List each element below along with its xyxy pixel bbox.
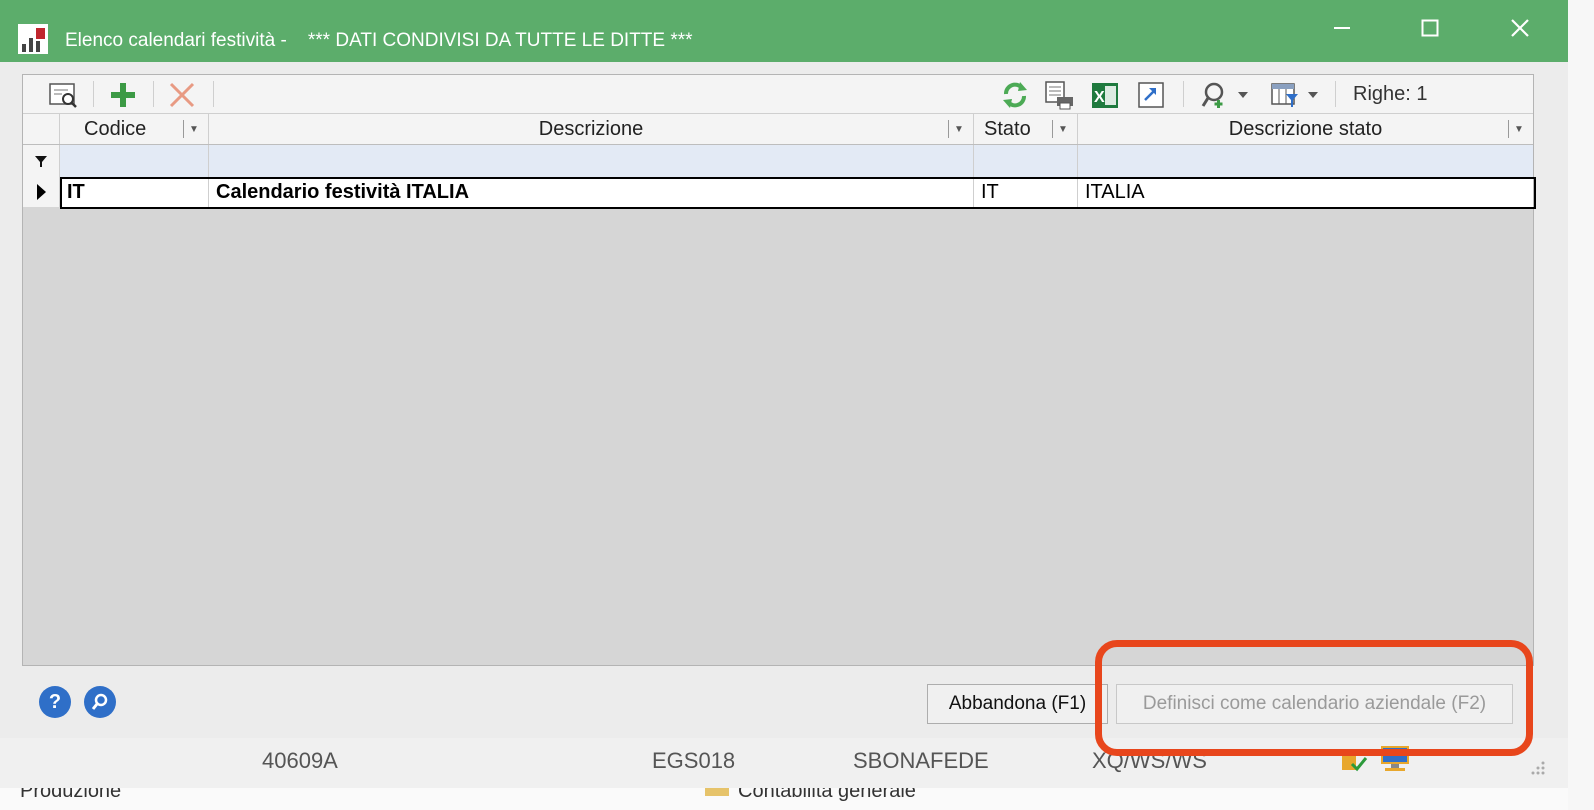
definisci-button[interactable]: Definisci come calendario aziendale (F2) (1116, 684, 1513, 724)
column-header-label: Codice (84, 117, 147, 140)
minimize-button[interactable] (1312, 8, 1372, 48)
calendar-grid: X Righe: 1 Codice ▼ Descrizione ▼ Stato … (22, 74, 1536, 666)
column-header-stato[interactable]: Stato ▼ (974, 114, 1078, 144)
columns-icon[interactable] (1267, 79, 1303, 111)
filter-field-descrizione[interactable] (209, 145, 974, 177)
app-icon (18, 24, 48, 54)
rows-count: Righe: 1 (1353, 83, 1428, 105)
filter-icon (23, 145, 60, 177)
background-window-edge (1568, 0, 1594, 810)
abbandona-button[interactable]: Abbandona (F1) (927, 684, 1108, 724)
help-icon[interactable]: ? (39, 686, 71, 718)
grid-header: Codice ▼ Descrizione ▼ Stato ▼ Descrizio… (23, 114, 1533, 145)
status-bar: 40609A EGS018 SBONAFEDE XQ/WS/WS (0, 738, 1568, 788)
column-header-label: Descrizione (538, 117, 644, 140)
filter-field-descrizione-stato[interactable] (1078, 145, 1533, 177)
status-code: EGS018 (652, 748, 736, 773)
svg-text:X: X (1094, 89, 1105, 106)
chevron-down-icon[interactable]: ▼ (1508, 120, 1529, 138)
cell-descrizione-stato[interactable]: ITALIA (1078, 177, 1533, 207)
chevron-down-icon[interactable] (1303, 79, 1323, 111)
cell-stato[interactable]: IT (974, 177, 1078, 207)
add-icon[interactable] (105, 79, 141, 111)
filter-field-codice[interactable] (60, 145, 209, 177)
print-icon[interactable] (1041, 79, 1077, 111)
row-indicator-icon (23, 177, 60, 207)
maximize-button[interactable] (1400, 8, 1460, 48)
column-header-descrizione-stato[interactable]: Descrizione stato ▼ (1078, 114, 1533, 144)
filter-row (23, 145, 1533, 178)
close-button[interactable] (1490, 8, 1550, 48)
chevron-down-icon[interactable]: ▼ (1052, 120, 1073, 138)
row-indicator-header (23, 114, 60, 144)
search-icon[interactable] (1197, 79, 1233, 111)
status-user: SBONAFEDE (853, 748, 989, 773)
cell-descrizione[interactable]: Calendario festività ITALIA (209, 177, 974, 207)
cell-codice[interactable]: IT (60, 177, 209, 207)
window-title: Elenco calendari festività - *** DATI CO… (65, 30, 693, 51)
resize-grip-icon[interactable] (1530, 756, 1546, 782)
zoom-icon[interactable] (84, 686, 116, 718)
chevron-down-icon[interactable] (1233, 79, 1253, 111)
table-row[interactable]: IT Calendario festività ITALIA IT ITALIA (23, 177, 1533, 207)
preview-icon[interactable] (45, 79, 81, 111)
background-tab-label: Contabilità generale (738, 788, 916, 802)
grid-toolbar: X Righe: 1 (23, 75, 1533, 114)
background-tab-label: Produzione (20, 788, 122, 802)
column-header-label: Descrizione stato (1228, 117, 1383, 140)
export-icon[interactable] (1133, 79, 1169, 111)
excel-icon[interactable]: X (1087, 79, 1123, 111)
status-path: XQ/WS/WS (1092, 748, 1207, 773)
folder-icon (705, 788, 729, 796)
status-version: 40609A (262, 748, 338, 773)
column-header-descrizione[interactable]: Descrizione ▼ (209, 114, 974, 144)
refresh-icon[interactable] (997, 79, 1033, 111)
chevron-down-icon[interactable]: ▼ (183, 120, 204, 138)
column-header-codice[interactable]: Codice ▼ (60, 114, 209, 144)
title-bar[interactable]: Elenco calendari festività - *** DATI CO… (0, 0, 1568, 62)
background-app-strip: Produzione Contabilità generale (0, 788, 1568, 810)
filter-field-stato[interactable] (974, 145, 1078, 177)
delete-icon[interactable] (164, 79, 200, 111)
column-header-label: Stato (984, 117, 1031, 140)
chevron-down-icon[interactable]: ▼ (948, 120, 969, 138)
workstation-icon (1380, 744, 1410, 780)
dialog-window: Elenco calendari festività - *** DATI CO… (0, 0, 1568, 810)
connection-check-icon (1340, 746, 1368, 780)
